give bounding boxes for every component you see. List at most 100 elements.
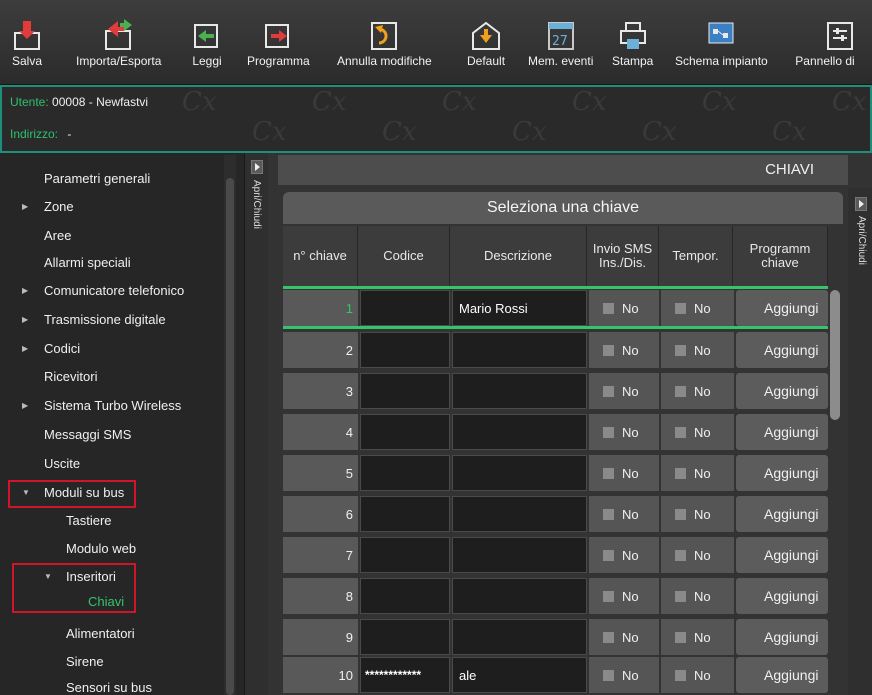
add-key-button[interactable]: Aggiungi	[736, 496, 828, 532]
sidebar-item-phone-dialer[interactable]: ▶ Comunicatore telefonico	[22, 283, 184, 298]
table-row[interactable]: 5 No No Aggiungi	[283, 453, 828, 493]
system-schema-button[interactable]: Schema impianto	[675, 8, 768, 78]
sidebar-item-keypads[interactable]: Tastiere	[66, 513, 112, 528]
temporary-checkbox[interactable]: No	[661, 578, 734, 614]
sidebar-scrollbar-thumb[interactable]	[226, 178, 234, 695]
description-input[interactable]	[452, 578, 587, 614]
temporary-checkbox[interactable]: No	[661, 496, 734, 532]
sms-checkbox[interactable]: No	[589, 290, 659, 326]
sms-checkbox[interactable]: No	[589, 657, 659, 693]
sms-checkbox[interactable]: No	[589, 373, 659, 409]
description-input[interactable]	[452, 537, 587, 573]
add-key-button[interactable]: Aggiungi	[736, 657, 828, 693]
description-input[interactable]	[452, 332, 587, 368]
print-button[interactable]: Stampa	[612, 8, 653, 78]
temporary-checkbox[interactable]: No	[661, 657, 734, 693]
description-input[interactable]	[452, 496, 587, 532]
code-input[interactable]	[360, 332, 450, 368]
table-row[interactable]: 1 Mario Rossi No No Aggiungi	[283, 288, 828, 328]
description-input[interactable]	[452, 455, 587, 491]
add-key-button[interactable]: Aggiungi	[736, 578, 828, 614]
code-input[interactable]	[360, 455, 450, 491]
add-key-button[interactable]: Aggiungi	[736, 332, 828, 368]
code-input[interactable]	[360, 496, 450, 532]
add-key-button[interactable]: Aggiungi	[736, 619, 828, 655]
sidebar-item-codes[interactable]: ▶ Codici	[22, 341, 80, 356]
sms-checkbox[interactable]: No	[589, 455, 659, 491]
add-key-button[interactable]: Aggiungi	[736, 537, 828, 573]
add-key-button[interactable]: Aggiungi	[736, 373, 828, 409]
sidebar-item-digital-transmission[interactable]: ▶ Trasmissione digitale	[22, 312, 166, 327]
code-input[interactable]	[360, 537, 450, 573]
sms-checkbox[interactable]: No	[589, 332, 659, 368]
sms-checkbox[interactable]: No	[589, 496, 659, 532]
sms-checkbox[interactable]: No	[589, 578, 659, 614]
description-input[interactable]	[452, 619, 587, 655]
temporary-checkbox[interactable]: No	[661, 290, 734, 326]
sms-checkbox[interactable]: No	[589, 414, 659, 450]
table-row[interactable]: 7 No No Aggiungi	[283, 535, 828, 575]
code-input[interactable]	[360, 373, 450, 409]
chevron-right-icon[interactable]: ▶	[22, 401, 28, 410]
add-key-button[interactable]: Aggiungi	[736, 290, 828, 326]
panel-label: Pannello di	[795, 54, 855, 68]
temporary-checkbox[interactable]: No	[661, 414, 734, 450]
panel-button[interactable]: Pannello di	[795, 8, 855, 78]
description-input[interactable]: Mario Rossi	[452, 290, 587, 326]
temporary-checkbox[interactable]: No	[661, 455, 734, 491]
sidebar-item-special-alarms[interactable]: Allarmi speciali	[44, 255, 131, 270]
expand-arrow-icon[interactable]	[251, 160, 263, 174]
temporary-checkbox[interactable]: No	[661, 619, 734, 655]
read-button[interactable]: Leggi	[192, 8, 222, 78]
sms-checkbox[interactable]: No	[589, 619, 659, 655]
sidebar-item-power-supplies[interactable]: Alimentatori	[66, 626, 135, 641]
event-memory-button[interactable]: 27 Mem. eventi	[528, 8, 593, 78]
highlight-box-bus-modules	[8, 480, 136, 508]
add-key-button[interactable]: Aggiungi	[736, 414, 828, 450]
sidebar-item-outputs[interactable]: Uscite	[44, 456, 80, 471]
sidebar-toggle-label[interactable]: Apri/Chiudi	[251, 180, 262, 229]
table-row[interactable]: 6 No No Aggiungi	[283, 494, 828, 534]
description-input[interactable]	[452, 373, 587, 409]
sidebar-item-web-module[interactable]: Modulo web	[66, 541, 136, 556]
right-panel-toggle-label[interactable]: Apri/Chiudi	[856, 216, 867, 265]
sms-checkbox[interactable]: No	[589, 537, 659, 573]
table-row[interactable]: 3 No No Aggiungi	[283, 371, 828, 411]
chevron-right-icon[interactable]: ▶	[22, 315, 28, 324]
import-export-button[interactable]: Importa/Esporta	[76, 8, 161, 78]
code-input[interactable]	[360, 619, 450, 655]
table-row[interactable]: 9 No No Aggiungi	[283, 617, 828, 657]
sidebar-item-areas[interactable]: Aree	[44, 228, 71, 243]
code-input[interactable]	[360, 578, 450, 614]
sidebar-item-receivers[interactable]: Ricevitori	[44, 369, 97, 384]
chevron-right-icon[interactable]: ▶	[22, 286, 28, 295]
temporary-checkbox[interactable]: No	[661, 373, 734, 409]
table-row[interactable]: 10 ************ ale No No Aggiungi	[283, 655, 828, 695]
description-input[interactable]	[452, 414, 587, 450]
sidebar-item-general-params[interactable]: Parametri generali	[44, 171, 150, 186]
save-button[interactable]: Salva	[12, 8, 42, 78]
expand-arrow-icon[interactable]	[855, 197, 867, 211]
add-key-button[interactable]: Aggiungi	[736, 455, 828, 491]
chevron-right-icon[interactable]: ▶	[22, 202, 28, 211]
code-input[interactable]: ************	[360, 657, 450, 693]
temporary-checkbox[interactable]: No	[661, 537, 734, 573]
table-row[interactable]: 4 No No Aggiungi	[283, 412, 828, 452]
code-input[interactable]	[360, 414, 450, 450]
chevron-right-icon[interactable]: ▶	[22, 344, 28, 353]
code-input[interactable]	[360, 290, 450, 326]
sidebar-item-sms-messages[interactable]: Messaggi SMS	[44, 427, 131, 442]
description-input[interactable]: ale	[452, 657, 587, 693]
table-row[interactable]: 8 No No Aggiungi	[283, 576, 828, 616]
temporary-checkbox[interactable]: No	[661, 332, 734, 368]
default-button[interactable]: Default	[467, 8, 505, 78]
sidebar-item-bus-sensors[interactable]: Sensori su bus	[66, 680, 152, 695]
sidebar-item-turbo-wireless[interactable]: ▶ Sistema Turbo Wireless	[22, 398, 181, 413]
undo-changes-button[interactable]: Annulla modifiche	[337, 8, 432, 78]
table-scrollbar[interactable]	[830, 290, 840, 420]
checkbox-icon	[603, 303, 614, 314]
sidebar-item-sirens[interactable]: Sirene	[66, 654, 104, 669]
sidebar-item-zones[interactable]: ▶ Zone	[22, 199, 74, 214]
program-button[interactable]: Programma	[247, 8, 310, 78]
table-row[interactable]: 2 No No Aggiungi	[283, 330, 828, 370]
